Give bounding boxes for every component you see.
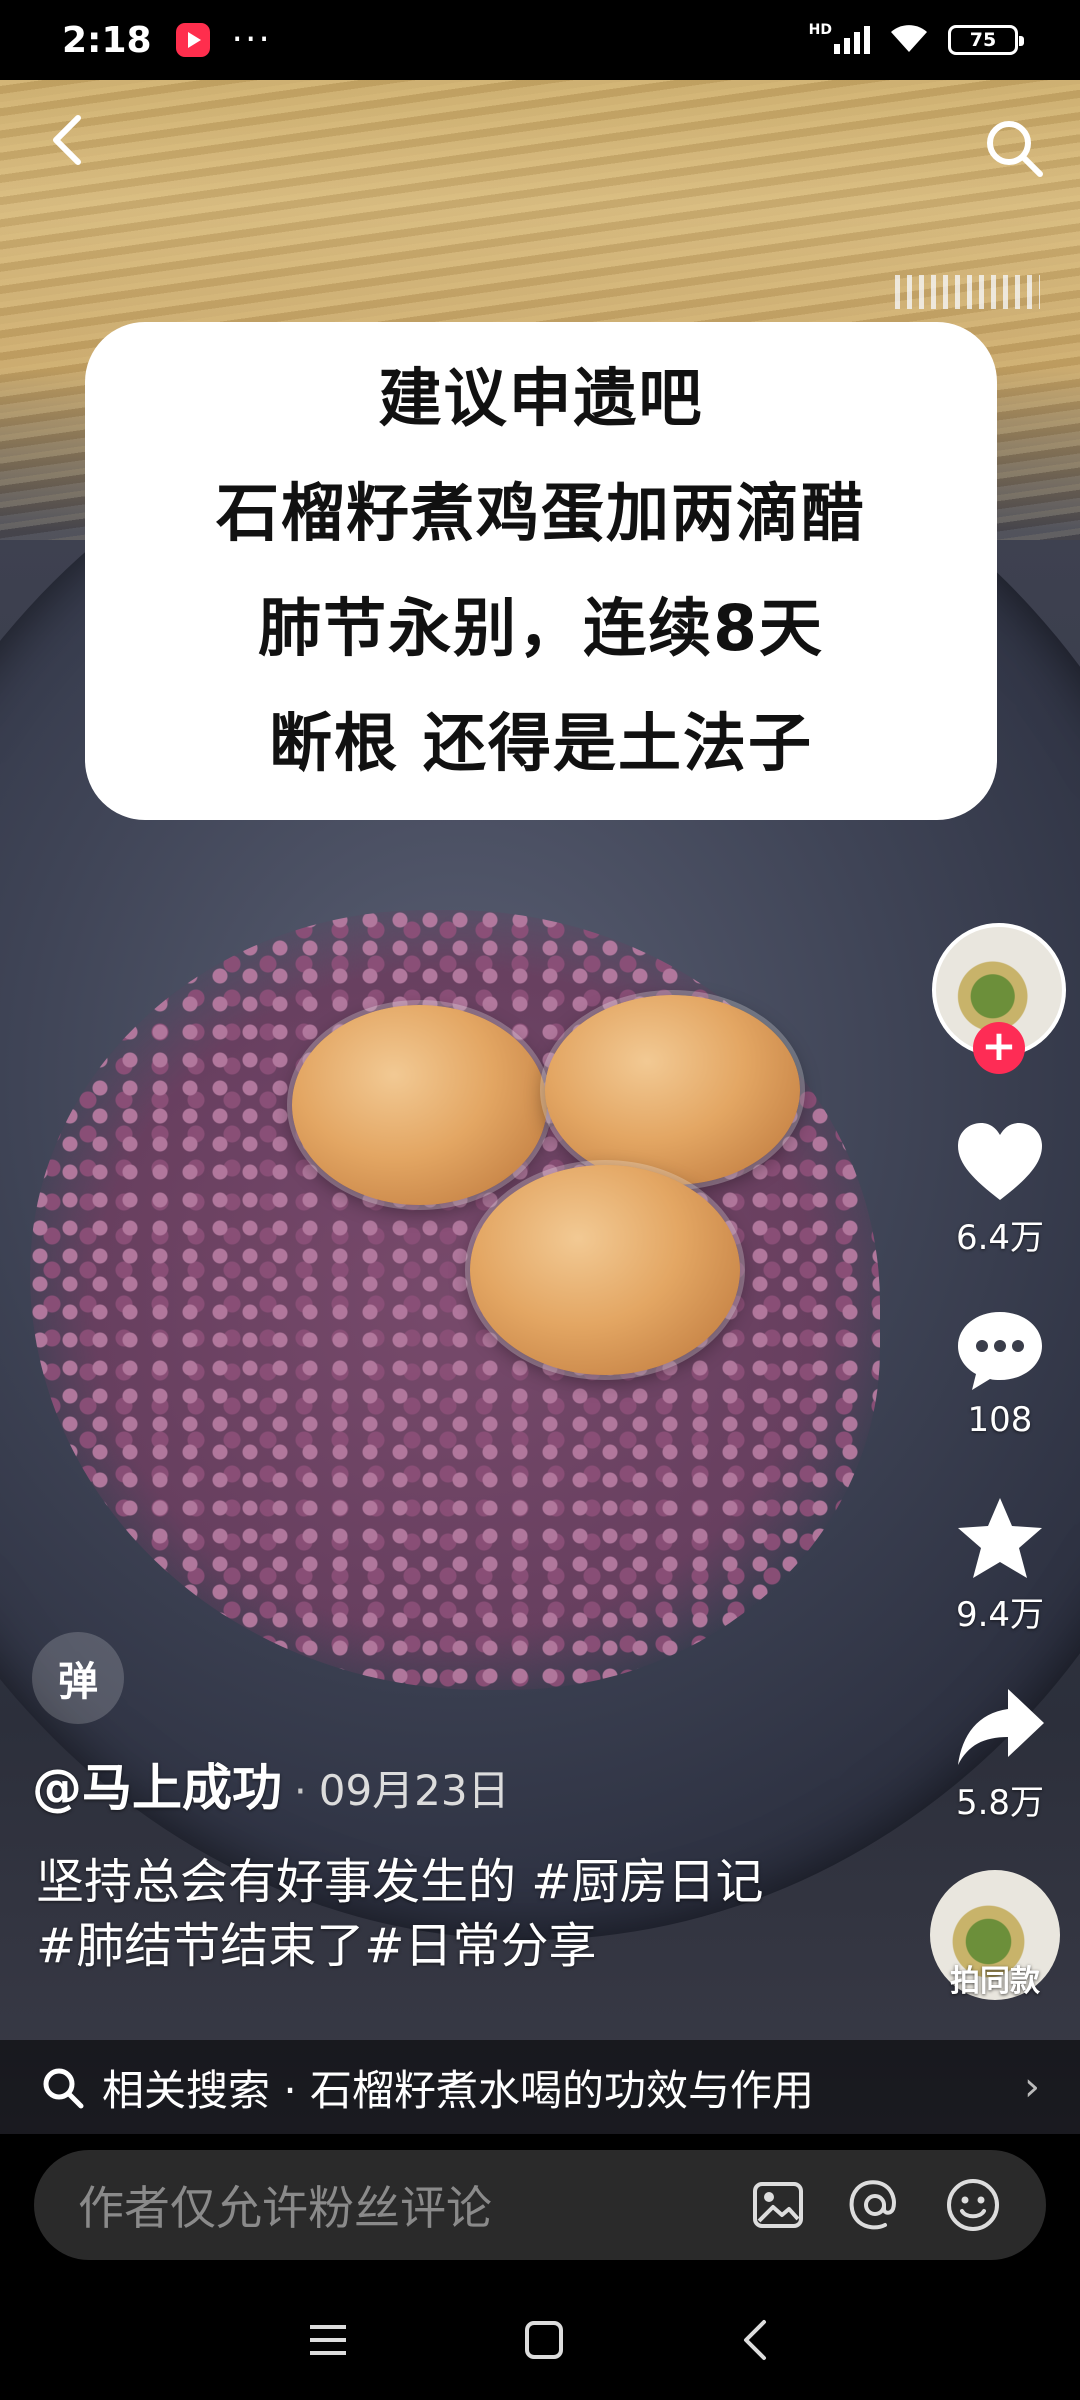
home-icon[interactable] [523,2319,565,2361]
comment-placeholder: 作者仅允许粉丝评论 [78,2181,492,2235]
author-row: @马上成功 · 09月23日 [32,1748,510,1820]
comment-count: 108 [967,1400,1033,1440]
comment-bar: 作者仅允许粉丝评论 [0,2134,1080,2280]
back-nav-icon[interactable] [738,2318,774,2362]
danmu-toggle-button[interactable]: 弹 [32,1632,124,1724]
video-player[interactable]: 建议申遗吧 石榴籽煮鸡蛋加两滴醋 肺节永别，连续8天 断根 还得是土法子 + 6… [0,80,1080,2134]
share-icon [958,1689,1044,1765]
chevron-right-icon: › [1024,2064,1040,2110]
signal-icon [834,26,870,54]
follow-button[interactable]: + [973,1022,1025,1074]
caption-line: 石榴籽煮鸡蛋加两滴醋 [216,477,866,550]
use-sound-label[interactable]: 拍同款 [920,1956,1070,2000]
comment-button[interactable]: 108 [940,1308,1060,1440]
video-watermark [895,275,1040,309]
caption-line: 断根 还得是土法子 [269,707,813,780]
mention-icon[interactable] [846,2176,904,2234]
heart-icon [958,1123,1042,1200]
emoji-icon[interactable] [944,2176,1002,2234]
status-bar: 2:18 ··· HD 75 [0,0,1080,80]
video-frame-egg [545,995,800,1185]
caption-line: 建议申遗吧 [378,362,704,435]
post-description[interactable]: 坚持总会有好事发生的 #厨房日记 #肺结节结束了#日常分享 [36,1850,796,1978]
video-frame-egg [470,1165,740,1375]
app-notification-icon [175,23,210,57]
star-icon [958,1498,1042,1578]
image-icon[interactable] [750,2177,806,2233]
search-button[interactable] [982,116,1046,180]
menu-icon[interactable] [306,2321,350,2359]
related-search-text: 相关搜索 · 石榴籽煮水喝的功效与作用 [102,2065,815,2115]
favorite-button[interactable]: 9.4万 [940,1495,1060,1636]
related-search-bar[interactable]: 相关搜索 · 石榴籽煮水喝的功效与作用 › [0,2040,1080,2134]
hd-indicator: HD [808,22,832,38]
video-caption-bubble: 建议申遗吧 石榴籽煮鸡蛋加两滴醋 肺节永别，连续8天 断根 还得是土法子 [85,322,997,820]
more-notifications-icon: ··· [231,19,272,60]
search-icon [43,2068,84,2109]
battery-icon: 75 [948,25,1024,55]
wifi-icon [888,22,930,58]
comment-icon [958,1312,1042,1390]
caption-line: 肺节永别，连续8天 [258,592,824,665]
video-frame-egg [292,1005,547,1205]
status-time: 2:18 [62,19,152,61]
share-button[interactable]: 5.8万 [940,1685,1060,1824]
share-count: 5.8万 [955,1783,1045,1823]
post-date: 09月23日 [318,1766,510,1815]
system-nav-bar [0,2280,1080,2400]
like-count: 6.4万 [955,1218,1045,1258]
like-button[interactable]: 6.4万 [940,1120,1060,1259]
favorite-count: 9.4万 [955,1595,1045,1635]
comment-input[interactable]: 作者仅允许粉丝评论 [34,2150,1046,2260]
author-name[interactable]: @马上成功 [32,1748,282,1820]
back-button[interactable] [40,110,100,170]
separator: · [294,1769,307,1815]
